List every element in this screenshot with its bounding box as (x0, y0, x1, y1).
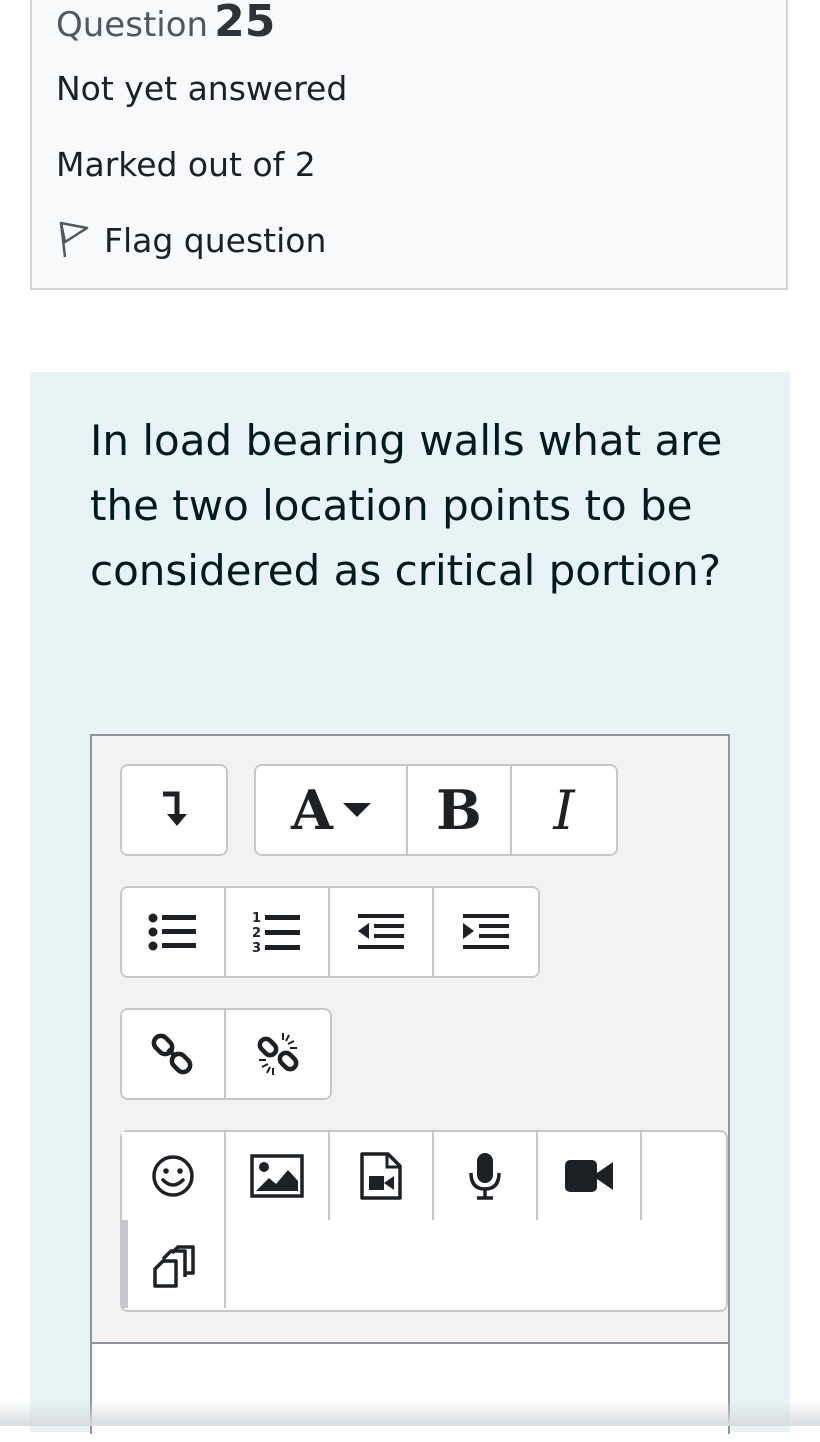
insert-media-button[interactable] (330, 1132, 434, 1220)
answer-editor: A B I 1 2 3 (90, 734, 730, 1442)
manage-files-icon (153, 1245, 195, 1288)
flag-question-link[interactable]: Flag question (56, 220, 326, 260)
toolbar-group-links (120, 1008, 332, 1100)
svg-text:1: 1 (252, 911, 261, 926)
toolbar-group-media (120, 1130, 728, 1312)
emoji-icon (152, 1155, 194, 1197)
indent-button[interactable] (434, 888, 538, 976)
font-size-icon: A (291, 778, 333, 842)
italic-button[interactable]: I (512, 766, 616, 854)
font-size-button[interactable]: A (256, 766, 408, 854)
bold-button[interactable]: B (408, 766, 512, 854)
insert-image-button[interactable] (226, 1132, 330, 1220)
manage-files-button[interactable] (122, 1220, 226, 1308)
question-text: In load bearing walls what are the two l… (90, 416, 723, 595)
svg-text:2: 2 (252, 926, 261, 941)
svg-text:3: 3 (252, 941, 261, 954)
italic-icon: I (553, 778, 575, 842)
emoji-button[interactable] (122, 1132, 226, 1220)
media-icon (360, 1152, 402, 1200)
video-camera-icon (565, 1160, 613, 1192)
question-label: Question (56, 5, 209, 45)
record-audio-button[interactable] (434, 1132, 538, 1220)
collapse-icon (163, 791, 187, 826)
record-video-button[interactable] (538, 1132, 642, 1220)
unlink-button[interactable] (226, 1010, 330, 1098)
toolbar-group-collapse (120, 764, 228, 856)
flag-icon (59, 221, 89, 258)
outdent-button[interactable] (330, 888, 434, 976)
ordered-list-icon: 1 2 3 (252, 911, 300, 954)
link-button[interactable] (122, 1010, 226, 1098)
question-number: Question 25 (56, 0, 275, 47)
unordered-list-button[interactable] (122, 888, 226, 976)
ordered-list-button[interactable]: 1 2 3 (226, 888, 330, 976)
toolbar-group-style: A B I (254, 764, 618, 856)
bold-icon: B (436, 778, 482, 842)
question-number-value: 25 (214, 0, 276, 47)
microphone-icon (469, 1153, 501, 1200)
chevron-down-icon (342, 803, 371, 817)
flag-question-label: Flag question (104, 220, 327, 260)
unordered-list-icon (148, 913, 196, 951)
question-grade: Marked out of 2 (56, 145, 316, 184)
question-formulation: In load bearing walls what are the two l… (30, 372, 790, 1442)
unlink-icon (257, 1033, 299, 1075)
collapse-toolbar-button[interactable] (122, 766, 226, 854)
answer-text-area[interactable] (92, 1342, 728, 1442)
question-info-panel: Question 25 Not yet answered Marked out o… (30, 0, 788, 290)
outdent-icon (358, 914, 404, 949)
indent-icon (463, 914, 509, 949)
link-icon (151, 1033, 193, 1075)
toolbar-group-lists: 1 2 3 (120, 886, 540, 978)
bottom-edge-shadow (0, 1400, 820, 1426)
question-state: Not yet answered (56, 69, 348, 108)
image-icon (250, 1154, 304, 1198)
